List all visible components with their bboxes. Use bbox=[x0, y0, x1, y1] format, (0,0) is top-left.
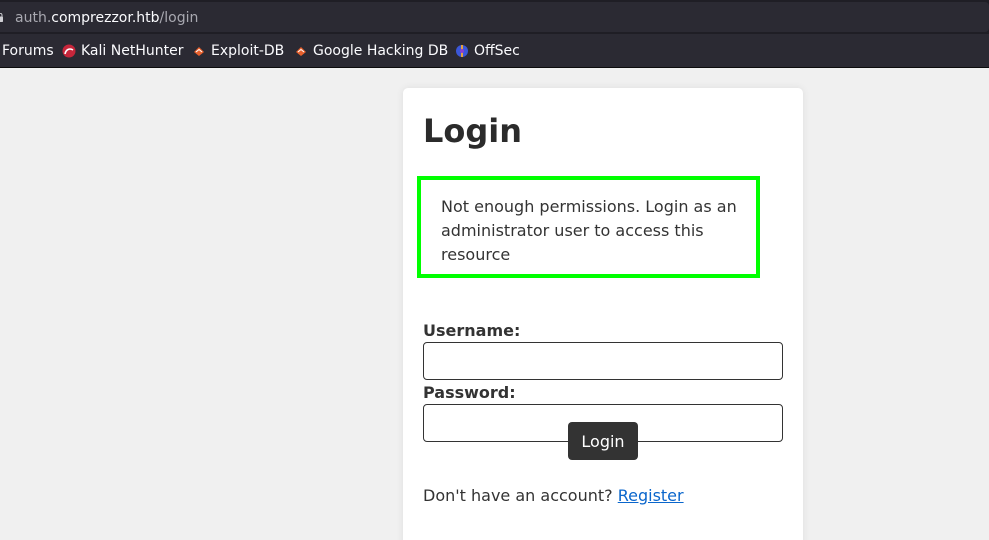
bookmark-forums[interactable]: Forums bbox=[2, 43, 54, 59]
offsec-icon bbox=[456, 45, 468, 57]
bookmark-label: Forums bbox=[2, 43, 54, 59]
bookmark-kali-nethunter[interactable]: Kali NetHunter bbox=[62, 43, 183, 59]
kali-nethunter-icon bbox=[62, 44, 76, 58]
google-hacking-db-icon bbox=[296, 47, 306, 56]
bookmark-label: OffSec bbox=[474, 43, 520, 59]
password-label: Password: bbox=[423, 383, 516, 402]
bookmark-offsec[interactable]: OffSec bbox=[455, 43, 520, 59]
url-bar: auth.comprezzor.htb/login bbox=[0, 0, 989, 34]
register-link[interactable]: Register bbox=[618, 486, 684, 505]
bookmark-google-hacking-db[interactable]: Google Hacking DB bbox=[294, 43, 448, 59]
url-prefix: auth. bbox=[15, 10, 52, 26]
login-button[interactable]: Login bbox=[568, 422, 638, 460]
url-host: comprezzor.htb bbox=[51, 10, 160, 26]
lock-icon bbox=[0, 13, 3, 22]
page-title: Login bbox=[423, 112, 523, 150]
register-prompt: Don't have an account? bbox=[423, 486, 613, 505]
page-content: Login Not enough permissions. Login as a… bbox=[0, 68, 989, 540]
alert-message: Not enough permissions. Login as an admi… bbox=[441, 197, 737, 264]
username-input[interactable] bbox=[423, 342, 783, 380]
bookmark-label: Exploit-DB bbox=[211, 43, 285, 59]
url-path: /login bbox=[159, 10, 199, 26]
bookmark-exploit-db[interactable]: Exploit-DB bbox=[192, 43, 284, 59]
bookmark-label: Google Hacking DB bbox=[313, 43, 449, 59]
bookmark-label: Kali NetHunter bbox=[81, 43, 184, 59]
login-card: Login Not enough permissions. Login as a… bbox=[403, 88, 803, 540]
address-field[interactable]: auth.comprezzor.htb/login bbox=[0, 2, 989, 32]
permission-alert: Not enough permissions. Login as an admi… bbox=[417, 176, 760, 278]
username-label: Username: bbox=[423, 321, 521, 340]
register-line: Don't have an account? Register bbox=[423, 486, 684, 505]
exploit-db-icon bbox=[194, 47, 204, 56]
url-text: auth.comprezzor.htb/login bbox=[15, 10, 198, 26]
bookmarks-toolbar: Forums Kali NetHunter Exploit-DB Google … bbox=[0, 34, 989, 68]
